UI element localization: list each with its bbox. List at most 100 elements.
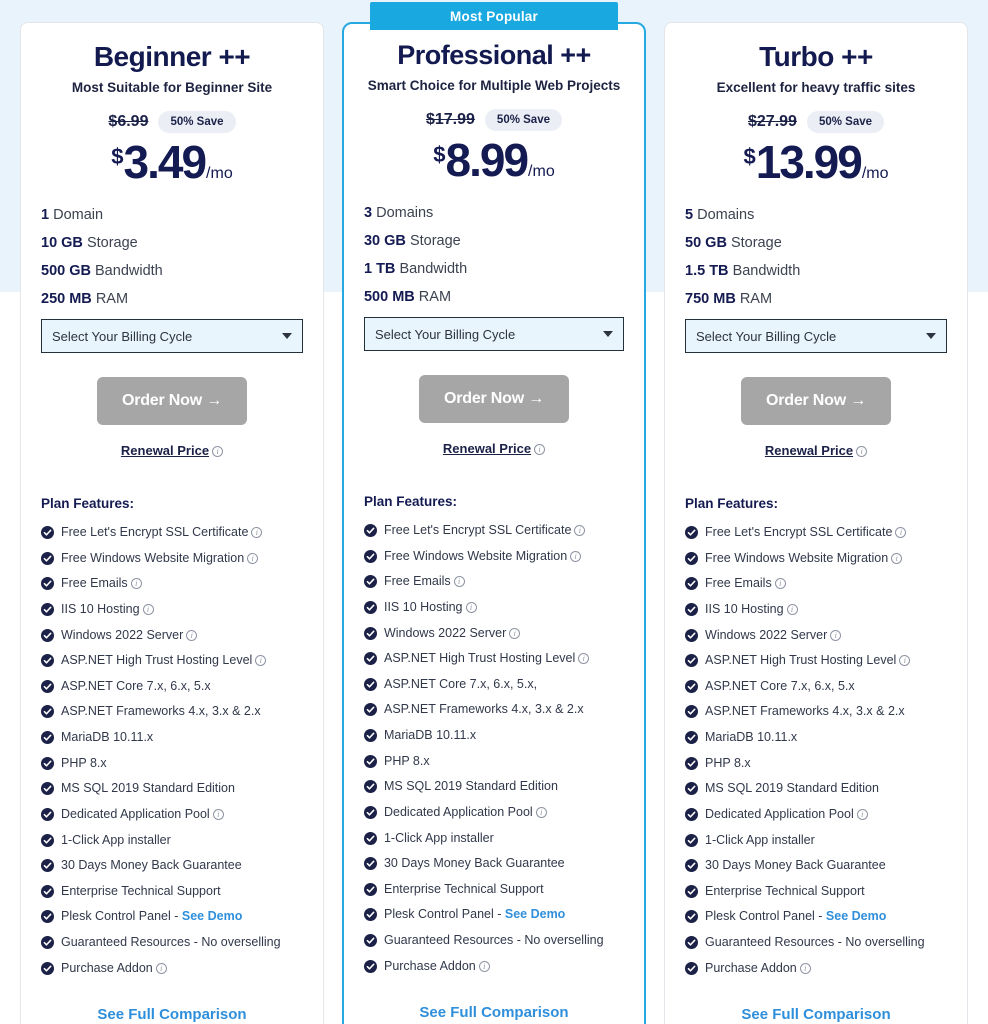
check-circle-icon bbox=[685, 551, 699, 565]
feature-text-wrap: Free Let's Encrypt SSL Certificate i bbox=[383, 523, 586, 539]
order-now-button[interactable]: Order Now → bbox=[96, 377, 247, 425]
check-circle-icon bbox=[363, 575, 377, 589]
billing-cycle-selected-value: Select Your Billing Cycle bbox=[52, 328, 193, 344]
info-icon[interactable]: i bbox=[212, 446, 224, 457]
info-icon[interactable]: i bbox=[453, 576, 465, 588]
feature-label: 1-Click App installer bbox=[61, 832, 171, 847]
card-inner: Turbo ++ Excellent for heavy traffic site… bbox=[665, 41, 967, 1023]
check-circle-icon bbox=[685, 628, 699, 642]
check-circle-icon bbox=[685, 782, 699, 796]
billing-cycle-select[interactable]: Select Your Billing Cycle bbox=[41, 319, 303, 353]
feature-item: Free Windows Website Migration i bbox=[41, 551, 303, 567]
spec-label: Domain bbox=[53, 207, 104, 223]
feature-text-wrap: Windows 2022 Server i bbox=[61, 628, 198, 644]
feature-text-wrap: 1-Click App installer bbox=[61, 833, 171, 849]
old-price-row: $27.99 50% Save bbox=[685, 111, 947, 133]
see-demo-link[interactable]: See Demo bbox=[826, 909, 886, 923]
see-full-comparison-link[interactable]: See Full Comparison bbox=[364, 1004, 624, 1021]
check-circle-icon bbox=[685, 577, 699, 591]
feature-label: Free Windows Website Migration bbox=[383, 548, 568, 563]
info-icon[interactable]: i bbox=[856, 808, 868, 820]
see-demo-link[interactable]: See Demo bbox=[505, 907, 565, 921]
feature-label: ASP.NET Core 7.x, 6.x, 5.x bbox=[705, 678, 855, 693]
info-icon[interactable]: i bbox=[186, 629, 198, 641]
info-icon[interactable]: i bbox=[255, 655, 267, 667]
info-icon[interactable]: i bbox=[534, 444, 546, 455]
check-circle-icon bbox=[685, 526, 699, 539]
renewal-price-link[interactable]: Renewal Price bbox=[121, 443, 209, 458]
check-circle-icon bbox=[41, 654, 54, 668]
info-icon[interactable]: i bbox=[247, 552, 259, 564]
info-icon[interactable]: i bbox=[142, 603, 154, 615]
renewal-price-link[interactable]: Renewal Price bbox=[443, 441, 531, 456]
info-icon[interactable]: i bbox=[578, 653, 590, 665]
feature-text-wrap: Dedicated Application Pool i bbox=[705, 807, 868, 823]
feature-text-wrap: Plesk Control Panel - See Demo bbox=[705, 909, 886, 925]
feature-text-wrap: MariaDB 10.11.x bbox=[384, 728, 476, 744]
feature-text-wrap: ASP.NET High Trust Hosting Level i bbox=[384, 651, 590, 667]
billing-cycle-select[interactable]: Select Your Billing Cycle bbox=[685, 319, 947, 353]
chevron-down-icon bbox=[926, 333, 936, 339]
info-icon[interactable]: i bbox=[774, 578, 786, 590]
spec-row: 50 GB Storage bbox=[685, 235, 947, 251]
feature-label: Free Emails bbox=[705, 576, 772, 591]
info-icon[interactable]: i bbox=[799, 962, 811, 974]
feature-label: PHP 8.x bbox=[61, 755, 107, 770]
feature-item: Plesk Control Panel - See Demo bbox=[41, 909, 303, 925]
currency-symbol: $ bbox=[111, 144, 124, 169]
billing-cycle-selected-value: Select Your Billing Cycle bbox=[374, 326, 516, 342]
feature-text-wrap: ASP.NET Core 7.x, 6.x, 5.x bbox=[705, 679, 855, 695]
info-icon[interactable]: i bbox=[535, 806, 547, 818]
feature-item: ASP.NET Core 7.x, 6.x, 5.x bbox=[41, 679, 303, 695]
order-now-button[interactable]: Order Now → bbox=[419, 375, 569, 423]
check-circle-icon bbox=[363, 959, 377, 973]
feature-label: Dedicated Application Pool bbox=[383, 804, 533, 819]
info-icon[interactable]: i bbox=[251, 527, 263, 538]
feature-label: MariaDB 10.11.x bbox=[61, 730, 154, 744]
info-icon[interactable]: i bbox=[570, 550, 582, 562]
billing-cycle-select[interactable]: Select Your Billing Cycle bbox=[363, 317, 625, 351]
info-icon[interactable]: i bbox=[899, 655, 911, 667]
renewal-price: Renewal Price i bbox=[685, 443, 947, 458]
info-icon[interactable]: i bbox=[478, 960, 490, 972]
feature-item: ASP.NET Frameworks 4.x, 3.x & 2.x bbox=[41, 704, 303, 720]
feature-label: Dedicated Application Pool bbox=[705, 806, 854, 821]
order-now-button[interactable]: Order Now → bbox=[741, 377, 891, 425]
spec-row: 30 GB Storage bbox=[364, 233, 624, 249]
info-icon[interactable]: i bbox=[895, 527, 907, 538]
feature-label: Free Let's Encrypt SSL Certificate bbox=[383, 523, 572, 537]
info-icon[interactable]: i bbox=[509, 627, 521, 639]
feature-item: 1-Click App installer bbox=[363, 830, 624, 847]
feature-item: IIS 10 Hosting i bbox=[41, 602, 303, 618]
check-circle-icon bbox=[41, 551, 54, 565]
feature-label: 1-Click App installer bbox=[383, 830, 494, 845]
info-icon[interactable]: i bbox=[155, 962, 167, 974]
feature-label: Guaranteed Resources - No overselling bbox=[383, 933, 604, 947]
feature-item: Windows 2022 Server i bbox=[685, 628, 947, 644]
feature-item: Purchase Addon i bbox=[685, 961, 947, 977]
info-icon[interactable]: i bbox=[891, 552, 903, 564]
feature-item: Windows 2022 Server i bbox=[363, 626, 624, 642]
renewal-price-link[interactable]: Renewal Price bbox=[765, 443, 853, 458]
info-icon[interactable]: i bbox=[574, 525, 586, 536]
see-demo-link[interactable]: See Demo bbox=[182, 909, 242, 923]
info-icon[interactable]: i bbox=[212, 808, 224, 820]
info-icon[interactable]: i bbox=[130, 578, 142, 590]
see-full-comparison-link[interactable]: See Full Comparison bbox=[685, 1006, 947, 1023]
check-circle-icon bbox=[41, 859, 54, 873]
info-icon[interactable]: i bbox=[786, 603, 798, 615]
info-icon[interactable]: i bbox=[856, 446, 868, 457]
spec-label: Domains bbox=[376, 205, 434, 221]
feature-label: MariaDB 10.11.x bbox=[383, 728, 477, 742]
feature-label: 1-Click App installer bbox=[705, 832, 815, 847]
spec-row: 250 MB RAM bbox=[41, 291, 303, 307]
info-icon[interactable]: i bbox=[465, 601, 477, 613]
feature-text-wrap: PHP 8.x bbox=[705, 756, 751, 772]
check-circle-icon bbox=[363, 703, 377, 717]
feature-item: Guaranteed Resources - No overselling bbox=[363, 933, 624, 949]
see-full-comparison-link[interactable]: See Full Comparison bbox=[41, 1006, 303, 1023]
save-badge: 50% Save bbox=[158, 111, 236, 133]
info-icon[interactable]: i bbox=[830, 629, 842, 641]
spec-label: RAM bbox=[95, 291, 129, 307]
feature-item: PHP 8.x bbox=[685, 756, 947, 772]
